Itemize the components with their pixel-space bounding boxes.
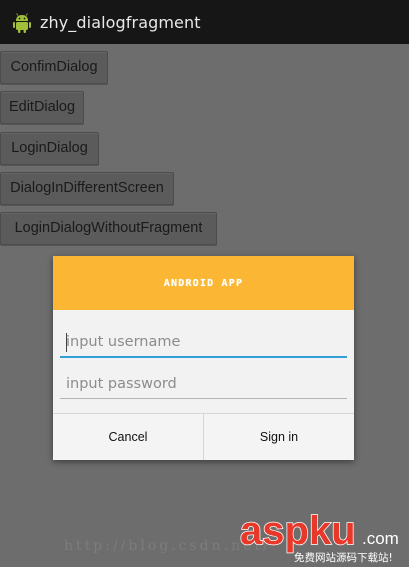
action-bar: zhy_dialogfragment <box>0 0 409 44</box>
dialog-in-different-screen-button[interactable]: DialogInDifferentScreen <box>0 172 174 205</box>
text-cursor <box>66 333 67 352</box>
login-dialog-without-fragment-button[interactable]: LoginDialogWithoutFragment <box>0 212 217 245</box>
edit-dialog-button[interactable]: EditDialog <box>0 91 84 124</box>
confirm-dialog-button[interactable]: ConfimDialog <box>0 51 108 84</box>
dialog-header: ANDROID APP <box>53 256 354 310</box>
svg-text:免费网站源码下载站!: 免费网站源码下载站! <box>294 551 393 564</box>
svg-text:.com: .com <box>362 529 399 548</box>
android-robot-icon <box>13 13 31 33</box>
password-input[interactable] <box>60 369 347 399</box>
login-dialog-button[interactable]: LoginDialog <box>0 132 99 165</box>
aspku-logo: aspku .com 免费网站源码下载站! <box>239 508 399 564</box>
screen: zhy_dialogfragment ConfimDialog EditDial… <box>0 0 409 567</box>
svg-text:aspku: aspku <box>240 509 356 553</box>
app-title: zhy_dialogfragment <box>40 13 201 32</box>
dialog-title: ANDROID APP <box>163 277 244 289</box>
username-input[interactable] <box>60 328 347 358</box>
cancel-button[interactable]: Cancel <box>53 414 204 460</box>
sign-in-button[interactable]: Sign in <box>204 414 354 460</box>
login-dialog: ANDROID APP Cancel Sign in <box>53 256 354 460</box>
dialog-button-bar: Cancel Sign in <box>53 413 354 460</box>
